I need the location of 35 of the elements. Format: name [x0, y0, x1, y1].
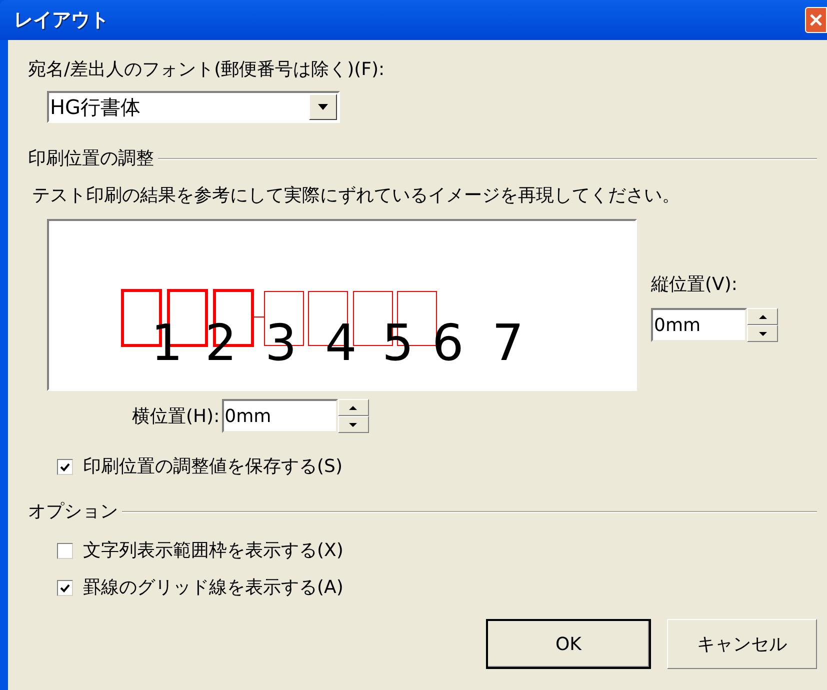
- down-arrow-icon: [758, 332, 766, 336]
- checkbox[interactable]: [57, 542, 73, 558]
- horizontal-position-label: 横位置(H):: [132, 404, 220, 428]
- group-title: 印刷位置の調整: [28, 147, 154, 171]
- checkbox-label: 罫線のグリッド線を表示する(A): [83, 576, 344, 600]
- number-field[interactable]: 0mm: [222, 399, 338, 433]
- spin-down-button[interactable]: [747, 325, 778, 342]
- spin-down-button[interactable]: [338, 416, 369, 433]
- preview-digit: 6: [432, 318, 464, 368]
- checkbox[interactable]: [57, 458, 73, 474]
- dialog-button[interactable]: OK: [486, 619, 651, 669]
- font-label: 宛名/差出人のフォント(郵便番号は除く)(F):: [28, 58, 386, 82]
- dropdown-value: HG行書体: [49, 94, 141, 121]
- up-arrow-icon: [349, 406, 358, 410]
- spin-up-button[interactable]: [338, 399, 369, 416]
- font-dropdown[interactable]: HG行書体: [47, 91, 340, 123]
- checkbox-label: 印刷位置の調整値を保存する(S): [83, 455, 342, 479]
- up-arrow-icon: [758, 314, 766, 318]
- instruction-text: テスト印刷の結果を参考にして実際にずれているイメージを再現してください。: [32, 184, 681, 208]
- number-field[interactable]: 0mm: [651, 308, 747, 342]
- preview-digit: 7: [492, 318, 524, 368]
- group-title: オプション: [28, 500, 118, 524]
- checkbox[interactable]: [57, 580, 73, 596]
- close-button[interactable]: [805, 7, 827, 33]
- checkmark-icon: [60, 462, 70, 472]
- down-arrow-icon: [349, 422, 358, 426]
- vertical-position-label: 縦位置(V):: [651, 273, 738, 297]
- checkmark-icon: [60, 582, 70, 592]
- dropdown-arrow-button[interactable]: [309, 94, 337, 120]
- window-title: レイアウト: [14, 8, 109, 33]
- checkbox-label: 文字列表示範囲枠を表示する(X): [83, 539, 344, 563]
- dialog-button[interactable]: キャンセル: [667, 619, 817, 669]
- close-icon: [810, 14, 822, 26]
- caret-icon: [318, 104, 328, 110]
- spin-up-button[interactable]: [747, 308, 778, 325]
